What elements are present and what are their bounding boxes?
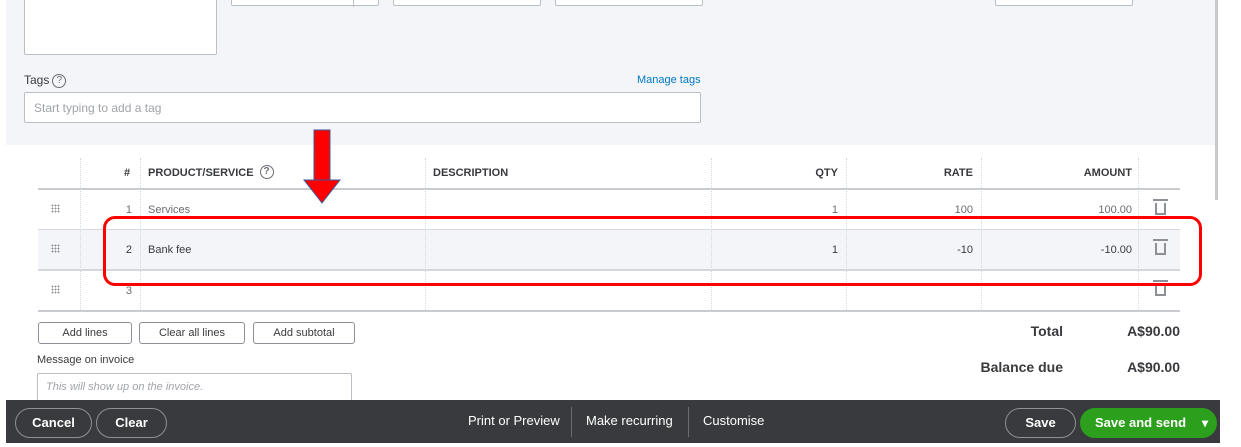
drag-handle-icon[interactable] [51,244,60,253]
divider [688,407,689,437]
save-and-send-button[interactable]: Save and send ▾ [1080,408,1217,438]
clear-button[interactable]: Clear [96,408,167,438]
arrow-down-icon [302,129,342,204]
table-header: # PRODUCT/SERVICE? DESCRIPTION QTY RATE … [38,158,1180,190]
row-num: 1 [125,204,132,216]
col-product-label: PRODUCT/SERVICE [148,167,254,179]
tags-label: Tags? [24,73,67,88]
address-textarea[interactable] [24,0,217,55]
balance-due-label: Balance due [980,359,1063,375]
footer-bar: Cancel Clear Print or Preview Make recur… [6,400,1220,443]
tags-input[interactable]: Start typing to add a tag [24,92,701,123]
divider [571,407,572,437]
total-value: A$90.00 [1127,323,1180,339]
customise-link[interactable]: Customise [703,413,764,428]
cancel-button[interactable]: Cancel [15,408,92,438]
col-rate: RATE [943,167,973,179]
chevron-down-icon[interactable]: ▾ [1202,409,1208,437]
add-lines-button[interactable]: Add lines [38,322,132,344]
row-qty[interactable]: 1 [711,204,838,216]
save-button[interactable]: Save [1005,408,1076,438]
manage-tags-link[interactable]: Manage tags [637,74,701,86]
print-preview-link[interactable]: Print or Preview [468,413,560,428]
col-num: # [124,167,131,179]
column-divider [80,158,81,312]
message-label: Message on invoice [37,354,135,366]
scrollbar[interactable] [1215,0,1218,200]
drag-handle-icon[interactable] [51,285,60,294]
save-and-send-label: Save and send [1095,415,1187,430]
row-product[interactable]: Services [148,204,190,216]
invoice-date-field[interactable] [393,0,541,6]
help-icon[interactable]: ? [52,73,67,88]
highlight-box-annotation [103,216,1202,286]
drag-handle-icon[interactable] [51,204,60,213]
col-qty: QTY [815,167,838,179]
make-recurring-link[interactable]: Make recurring [586,413,673,428]
due-date-field[interactable] [555,0,703,6]
trash-icon[interactable] [1153,199,1168,215]
col-amount: AMOUNT [1083,167,1132,179]
total-label: Total [1030,323,1063,339]
row-amount: 100.00 [1098,204,1132,216]
col-product: PRODUCT/SERVICE? [148,165,274,180]
terms-select[interactable] [231,0,379,7]
tags-label-text: Tags [24,73,50,87]
clear-all-lines-button[interactable]: Clear all lines [139,322,245,344]
add-subtotal-button[interactable]: Add subtotal [253,322,355,344]
row-rate[interactable]: 100 [846,204,973,216]
message-input[interactable]: This will show up on the invoice. [37,373,352,403]
help-icon[interactable]: ? [259,165,274,180]
row-num: 3 [125,285,132,297]
balance-due-value: A$90.00 [1127,359,1180,375]
invoice-number-field[interactable] [995,0,1133,6]
col-description: DESCRIPTION [433,167,509,179]
